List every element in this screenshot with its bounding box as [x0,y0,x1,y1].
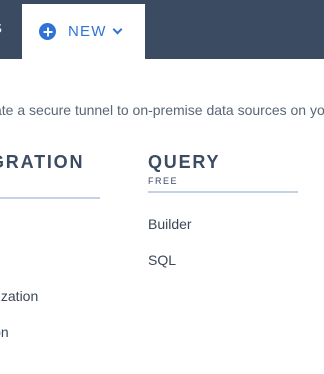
query-heading: QUERY [148,152,221,172]
top-nav-bar: S NEW [0,0,324,59]
chevron-down-icon [112,24,123,35]
integration-divider [0,197,100,199]
integration-item-ion[interactable]: ion [0,324,9,340]
plus-circle-icon [39,23,56,40]
integration-item-organization[interactable]: nization [0,288,38,304]
query-free-badge: FREE [148,176,179,186]
new-menu-label: NEW [68,23,107,40]
tab-previous-label: S [0,20,4,37]
tab-previous[interactable]: S [0,0,22,59]
query-column: QUERY FREE Builder SQL [148,152,298,268]
integration-heading: GRATION [0,152,85,172]
query-item-builder[interactable]: Builder [148,216,192,232]
new-menu-tab[interactable]: NEW [22,4,145,59]
menu-description: ate a secure tunnel to on-premise data s… [0,102,324,118]
query-item-sql[interactable]: SQL [148,252,176,268]
integration-column: GRATION nization ion [0,152,100,340]
query-divider [148,191,298,193]
